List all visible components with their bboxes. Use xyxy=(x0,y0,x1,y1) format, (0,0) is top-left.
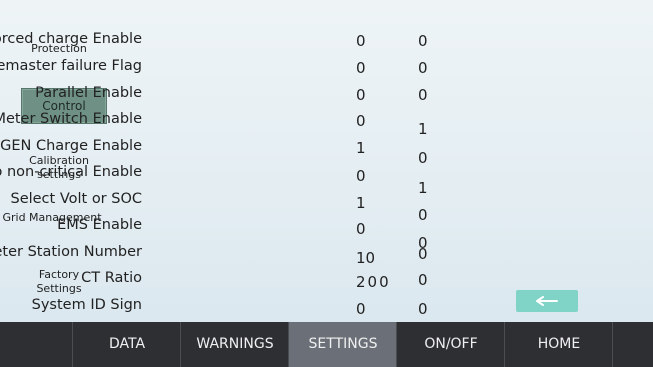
settings-row[interactable]: System ID Sign 0 0 xyxy=(0,295,460,322)
settings-row[interactable]: Bat to non-critical Enable 0 1 xyxy=(0,162,460,197)
setting-label: Select Volt or SOC xyxy=(10,191,142,207)
tab-label: WARNINGS xyxy=(196,336,274,352)
arrow-left-icon xyxy=(536,296,558,306)
setting-value-2[interactable]: 0 xyxy=(418,244,428,264)
tab-warnings[interactable]: WARNINGS xyxy=(180,322,289,367)
settings-row[interactable]: Meter Station Number 10 0 xyxy=(0,242,460,269)
setting-value-1[interactable]: 0 xyxy=(356,31,366,51)
tab-spacer-left xyxy=(0,322,72,367)
tab-label: DATA xyxy=(108,336,146,352)
tab-label: ON/OFF xyxy=(424,336,478,352)
setting-value-1[interactable]: 1 xyxy=(356,138,366,158)
setting-label: System ID Sign xyxy=(31,297,142,313)
setting-label: GEN Charge Enable xyxy=(0,138,142,154)
setting-label: Meter Station Number xyxy=(0,244,142,260)
tab-settings[interactable]: SETTINGS xyxy=(288,322,397,367)
tab-data[interactable]: DATA xyxy=(72,322,181,367)
setting-value-1[interactable]: 1 xyxy=(356,193,366,213)
setting-label: CT Ratio xyxy=(81,270,142,286)
setting-value-1[interactable]: 0 xyxy=(356,219,366,239)
setting-value-1[interactable]: 10 xyxy=(356,248,375,268)
settings-row[interactable]: CT Ratio 200 0 xyxy=(0,268,460,295)
setting-value-2[interactable]: 0 xyxy=(418,299,428,319)
settings-row[interactable]: GEN Charge Enable 1 0 xyxy=(0,136,460,167)
settings-row[interactable]: Forced charge Enable 0 0 xyxy=(0,29,460,56)
tab-spacer-right xyxy=(612,322,653,367)
setting-value-2[interactable]: 0 xyxy=(418,31,428,51)
bottom-tab-bar: DATA WARNINGS SETTINGS ON/OFF HOME xyxy=(0,322,653,367)
setting-value-1[interactable]: 200 xyxy=(356,272,391,292)
tab-label: SETTINGS xyxy=(308,336,378,352)
settings-screen: Protection Control Calibration settings … xyxy=(0,0,653,367)
setting-value-1[interactable]: 0 xyxy=(356,58,366,78)
tab-home[interactable]: HOME xyxy=(504,322,613,367)
setting-label: Parallel Enable xyxy=(35,85,142,101)
tab-on-off[interactable]: ON/OFF xyxy=(396,322,505,367)
back-button[interactable] xyxy=(516,290,578,312)
settings-row[interactable]: Meter Switch Enable 0 1 xyxy=(0,109,460,138)
setting-label: EMS Enable xyxy=(57,217,142,233)
settings-row[interactable]: Shinemaster failure Flag 0 0 xyxy=(0,56,460,83)
setting-label: Meter Switch Enable xyxy=(0,111,142,127)
setting-value-1[interactable]: 0 xyxy=(356,299,366,319)
settings-row[interactable]: Parallel Enable 0 0 xyxy=(0,83,460,110)
setting-value-2[interactable]: 0 xyxy=(418,270,428,290)
settings-row[interactable]: Select Volt or SOC 1 0 xyxy=(0,189,460,224)
setting-value-1[interactable]: 0 xyxy=(356,111,366,131)
setting-value-2[interactable]: 0 xyxy=(418,85,428,105)
setting-value-1[interactable]: 0 xyxy=(356,166,366,186)
setting-value-2[interactable]: 0 xyxy=(418,58,428,78)
setting-label: Shinemaster failure Flag xyxy=(0,58,142,74)
tab-label: HOME xyxy=(537,336,581,352)
setting-value-1[interactable]: 0 xyxy=(356,85,366,105)
setting-label: Forced charge Enable xyxy=(0,31,142,47)
setting-label: Bat to non-critical Enable xyxy=(0,164,142,180)
settings-row[interactable]: EMS Enable 0 0 xyxy=(0,215,460,252)
